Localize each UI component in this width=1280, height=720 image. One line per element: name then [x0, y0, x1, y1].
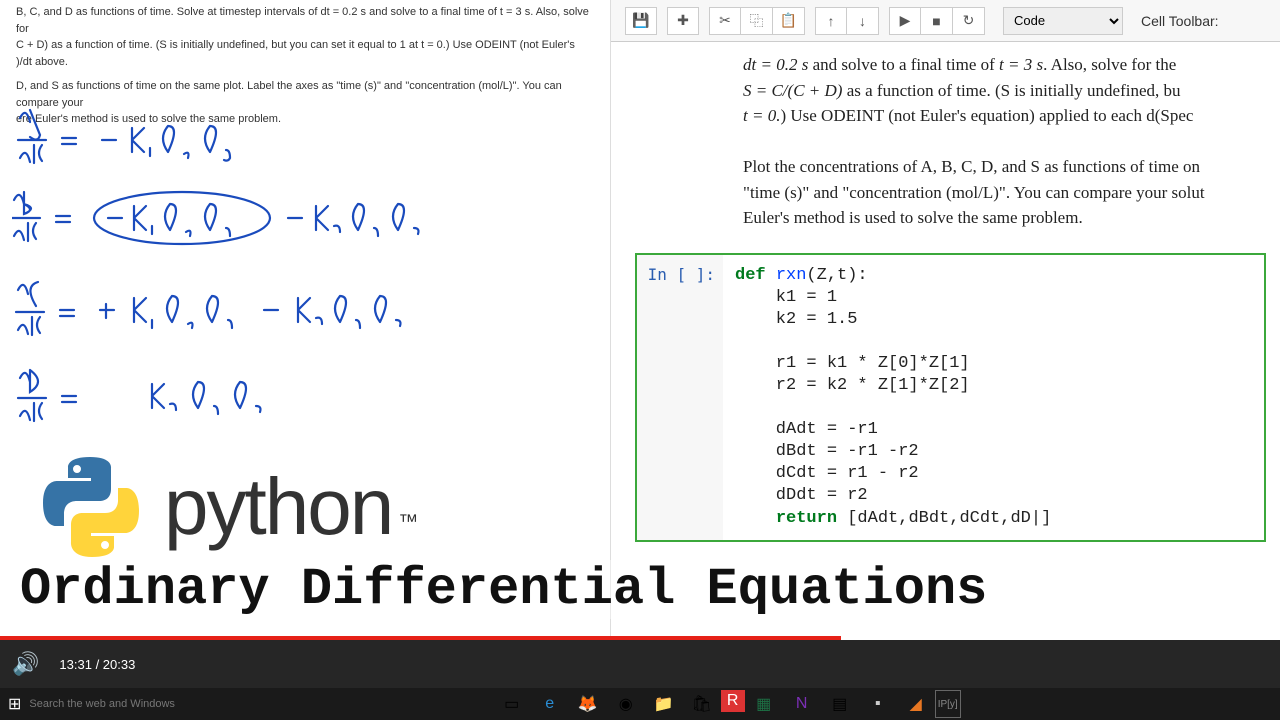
r-icon[interactable]: R [721, 690, 745, 712]
excel-icon[interactable]: ▦ [745, 690, 783, 718]
problem-line: )/dt above. [16, 54, 602, 71]
notebook-toolbar: 💾 ✚ ✂ ⿻ 📋 ↑ ↓ ▶ ■ ↻ Code Cell Toolbar: [611, 0, 1280, 42]
edge-icon[interactable]: e [531, 690, 569, 718]
ipython-icon[interactable]: IP[y] [935, 690, 961, 718]
restart-button[interactable]: ↻ [953, 7, 985, 35]
paste-button[interactable]: 📋 [773, 7, 805, 35]
firefox-icon[interactable]: 🦊 [569, 690, 607, 718]
markdown-cell: dt = 0.2 s and solve to a final time of … [611, 50, 1280, 247]
celltoolbar-label: Cell Toolbar: [1141, 13, 1219, 29]
code-editor[interactable]: def rxn(Z,t): k1 = 1 k2 = 1.5 r1 = k1 * … [723, 255, 1264, 540]
move-down-button[interactable]: ↓ [847, 7, 879, 35]
app-icon[interactable]: ▤ [821, 690, 859, 718]
copy-button[interactable]: ⿻ [741, 7, 773, 35]
video-time: 13:31 / 20:33 [59, 657, 135, 672]
matlab-icon[interactable]: ◢ [897, 690, 935, 718]
cut-button[interactable]: ✂ [709, 7, 741, 35]
problem-line: B, C, and D as functions of time. Solve … [16, 4, 602, 37]
lecture-slide: B, C, and D as functions of time. Solve … [0, 0, 610, 640]
video-title-overlay: Ordinary Differential Equations [0, 560, 1280, 619]
move-up-button[interactable]: ↑ [815, 7, 847, 35]
explorer-icon[interactable]: 📁 [645, 690, 683, 718]
windows-taskbar: ⊞ Search the web and Windows ▭ e 🦊 ◉ 📁 🛍… [0, 688, 1280, 720]
search-box[interactable]: Search the web and Windows [29, 698, 179, 710]
run-button[interactable]: ▶ [889, 7, 921, 35]
volume-icon[interactable]: 🔊 [12, 651, 39, 677]
store-icon[interactable]: 🛍 [683, 690, 721, 718]
celltype-select[interactable]: Code [1003, 7, 1123, 35]
code-cell[interactable]: In [ ]: def rxn(Z,t): k1 = 1 k2 = 1.5 r1… [635, 253, 1266, 542]
save-button[interactable]: 💾 [625, 7, 657, 35]
stop-button[interactable]: ■ [921, 7, 953, 35]
video-controls: 🔊 13:31 / 20:33 [0, 640, 1280, 688]
start-button[interactable]: ⊞ [8, 694, 21, 714]
input-prompt: In [ ]: [637, 255, 723, 540]
jupyter-notebook: 💾 ✚ ✂ ⿻ 📋 ↑ ↓ ▶ ■ ↻ Code Cell Toolbar: d… [610, 0, 1280, 640]
python-logo: python™ [36, 452, 418, 562]
terminal-icon[interactable]: ▪ [859, 690, 897, 718]
chrome-icon[interactable]: ◉ [607, 690, 645, 718]
add-cell-button[interactable]: ✚ [667, 7, 699, 35]
python-wordmark: python™ [164, 461, 418, 553]
taskview-icon[interactable]: ▭ [493, 690, 531, 718]
problem-line: C + D) as a function of time. (S is init… [16, 37, 602, 54]
python-logo-icon [36, 452, 146, 562]
handwritten-equations [12, 100, 512, 440]
onenote-icon[interactable]: N [783, 690, 821, 718]
